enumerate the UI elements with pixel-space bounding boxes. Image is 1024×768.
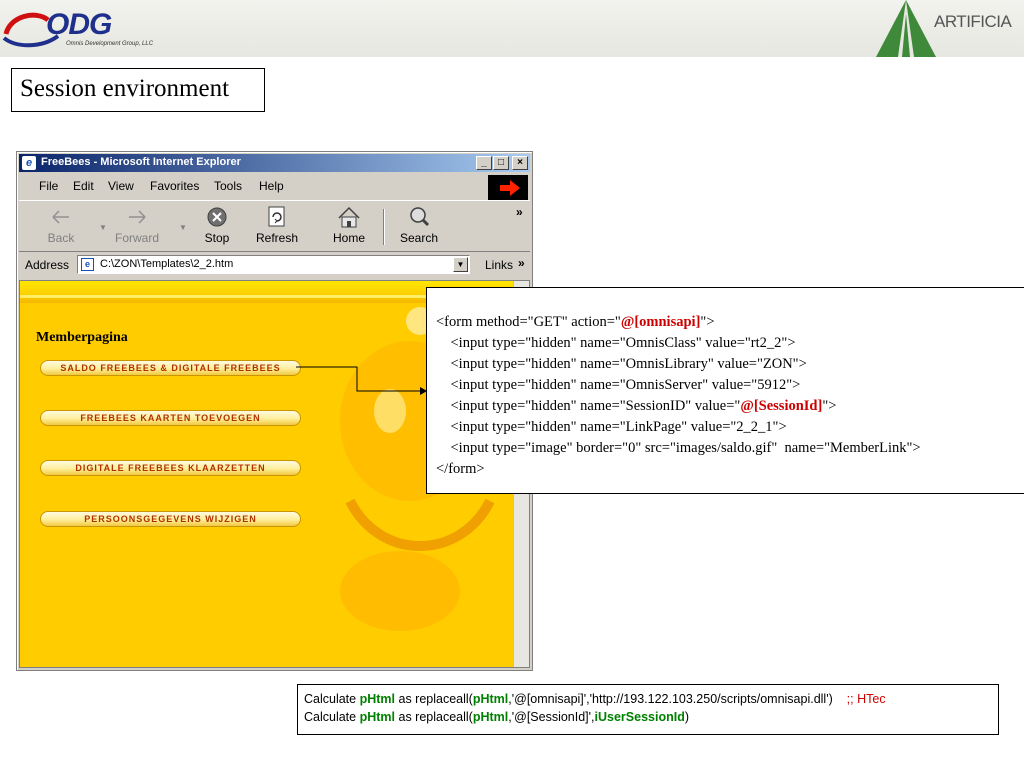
menu-bar: File Edit View Favorites Tools Help: [19, 174, 530, 201]
maximize-button[interactable]: □: [493, 156, 509, 170]
flag-arrow-icon: [500, 180, 520, 196]
gegevens-wijzigen-button[interactable]: PERSOONSGEGEVENS WIJZIGEN: [40, 511, 301, 527]
code-line: <input type="hidden" name="LinkPage" val…: [436, 419, 787, 435]
calculate-line-sessionid: Calculate pHtml as replaceall(pHtml,'@[S…: [304, 710, 690, 724]
toolbar: Back ▼ Forward ▼ Stop Refresh Home Searc…: [19, 200, 530, 252]
odg-logo-subtitle: Omnis Development Group, LLC: [66, 41, 154, 47]
close-button[interactable]: ×: [512, 156, 528, 170]
address-input[interactable]: e C:\ZON\Templates\2_2.htm ▼: [77, 255, 470, 274]
stop-button[interactable]: Stop: [187, 205, 247, 249]
menu-edit[interactable]: Edit: [73, 179, 94, 193]
calculate-code-box: Calculate pHtml as replaceall(pHtml,'@[o…: [297, 684, 999, 735]
refresh-icon: [268, 206, 285, 227]
pyramid-icon: [876, 0, 936, 57]
back-arrow-icon: [52, 210, 69, 224]
toolbar-chevron-icon[interactable]: »: [516, 205, 523, 219]
klaarzetten-button[interactable]: DIGITALE FREEBEES KLAARZETTEN: [40, 460, 301, 476]
form-code-box: <form method="GET" action="@[omnisapi]">…: [426, 287, 1024, 494]
refresh-label: Refresh: [255, 231, 299, 245]
windows-logo-throbber: [488, 175, 528, 201]
address-label: Address: [25, 258, 70, 272]
ie-logo-icon: e: [22, 156, 36, 170]
menu-tools[interactable]: Tools: [214, 179, 242, 193]
odg-logo-text: ODG: [46, 8, 112, 41]
forward-label: Forward: [114, 231, 159, 245]
page-icon: e: [81, 258, 94, 271]
address-bar: Address e C:\ZON\Templates\2_2.htm ▼ Lin…: [19, 254, 530, 276]
kaarten-toevoegen-button[interactable]: FREEBEES KAARTEN TOEVOEGEN: [40, 410, 301, 426]
saldo-button[interactable]: SALDO FREEBEES & DIGITALE FREEBEES: [40, 360, 301, 376]
back-label: Back: [47, 231, 75, 245]
address-url: C:\ZON\Templates\2_2.htm: [100, 258, 234, 270]
code-line: <input type="image" border="0" src="imag…: [436, 440, 921, 456]
minimize-button[interactable]: _: [476, 156, 492, 170]
page-heading: Memberpagina: [36, 330, 128, 345]
stop-label: Stop: [204, 231, 230, 245]
code-line: <input type="hidden" name="SessionID" va…: [436, 398, 837, 414]
back-dropdown-icon[interactable]: ▼: [99, 223, 107, 232]
home-icon: [338, 206, 360, 228]
odg-logo: ODG Omnis Development Group, LLC: [2, 4, 162, 52]
slide-title: Session environment: [11, 68, 265, 112]
code-line: <input type="hidden" name="OmnisServer" …: [436, 377, 801, 393]
search-button[interactable]: Search: [389, 205, 449, 249]
home-label: Home: [332, 231, 365, 245]
home-button[interactable]: Home: [319, 205, 379, 249]
code-line: <input type="hidden" name="OmnisLibrary"…: [436, 356, 807, 372]
browser-titlebar[interactable]: e FreeBees - Microsoft Internet Explorer…: [19, 154, 530, 172]
links-button[interactable]: Links: [485, 258, 513, 272]
forward-arrow-icon: [129, 210, 146, 224]
forward-button[interactable]: Forward: [107, 205, 167, 249]
refresh-button[interactable]: Refresh: [247, 205, 307, 249]
code-line: <form method="GET" action="@[omnisapi]">: [436, 314, 715, 330]
menu-view[interactable]: View: [108, 179, 134, 193]
calculate-line-omnisapi: Calculate pHtml as replaceall(pHtml,'@[o…: [304, 692, 886, 706]
code-line: </form>: [436, 461, 485, 477]
search-icon: [410, 207, 430, 227]
menu-file[interactable]: File: [39, 179, 58, 193]
forward-dropdown-icon[interactable]: ▼: [179, 223, 187, 232]
back-button[interactable]: Back: [31, 205, 91, 249]
search-label: Search: [399, 231, 439, 245]
toolbar-separator: [383, 209, 384, 245]
menu-favorites[interactable]: Favorites: [150, 179, 199, 193]
address-dropdown-icon[interactable]: ▼: [453, 257, 468, 272]
menu-help[interactable]: Help: [259, 179, 284, 193]
links-chevron-icon[interactable]: »: [518, 256, 525, 270]
code-line: <input type="hidden" name="OmnisClass" v…: [436, 335, 796, 351]
artificia-logo-text: ARTIFICIA: [934, 12, 1012, 31]
slide-header: ODG Omnis Development Group, LLC ARTIFIC…: [0, 0, 1024, 57]
artificia-logo: ARTIFICIA: [876, 0, 1024, 57]
stop-icon: [207, 207, 227, 227]
browser-title: FreeBees - Microsoft Internet Explorer: [41, 156, 241, 168]
